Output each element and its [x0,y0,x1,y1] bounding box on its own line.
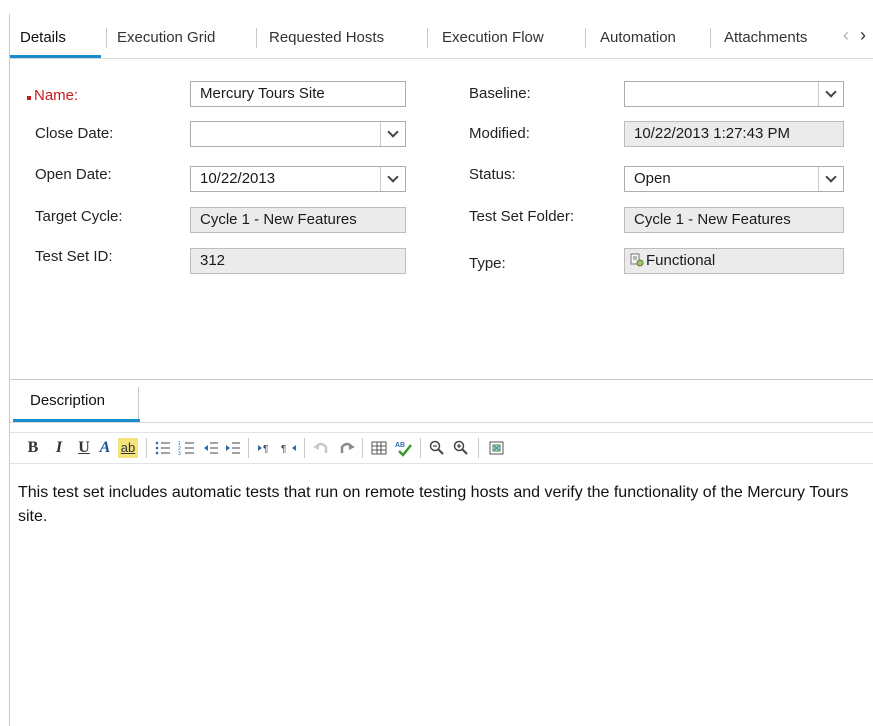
bulleted-list-icon[interactable] [154,438,172,458]
section-divider [10,379,873,380]
description-text[interactable]: This test set includes automatic tests t… [18,481,868,529]
required-marker-icon [27,96,31,100]
toolbar-separator [420,438,421,458]
target-cycle-label: Target Cycle: [35,208,123,225]
toolbar-separator [248,438,249,458]
chevron-left-icon[interactable]: ‹ [843,25,849,46]
italic-button[interactable]: I [52,438,66,458]
tab-bar-baseline [10,58,873,59]
test-set-folder-label: Test Set Folder: [469,208,575,225]
undo-icon[interactable] [312,438,330,458]
bold-button[interactable]: B [26,438,40,458]
test-set-folder-value: Cycle 1 - New Features [634,211,791,228]
chevron-down-icon[interactable] [818,167,843,191]
underline-button[interactable]: U [76,438,92,458]
clear-formatting-icon[interactable] [488,438,506,458]
chevron-down-icon[interactable] [380,167,405,191]
tab-execution-grid[interactable]: Execution Grid [117,24,215,52]
numbered-list-icon[interactable]: 123 [178,438,196,458]
functional-type-icon [630,253,644,267]
tab-requested-hosts[interactable]: Requested Hosts [269,24,384,52]
close-date-label: Close Date: [35,125,114,142]
open-date-value: 10/22/2013 [200,170,276,187]
modified-value: 10/22/2013 1:27:43 PM [634,125,790,142]
decrease-indent-icon[interactable] [202,438,220,458]
rich-text-toolbar: B I U A ab 123 ¶ ¶ AB [10,432,873,464]
open-date-label: Open Date: [35,166,112,183]
status-value: Open [634,170,671,187]
zoom-in-icon[interactable] [452,438,470,458]
target-cycle-value: Cycle 1 - New Features [200,211,357,228]
test-set-id-field: 312 [190,248,406,274]
name-value: Mercury Tours Site [200,85,325,102]
toolbar-separator [304,438,305,458]
tab-execution-flow[interactable]: Execution Flow [442,24,544,52]
baseline-label: Baseline: [469,85,531,102]
tab-separator [585,28,586,48]
close-date-picker[interactable] [190,121,406,147]
tab-bar-baseline [10,422,873,423]
test-set-folder-field: Cycle 1 - New Features [624,207,844,233]
tab-attachments[interactable]: Attachments [724,24,807,52]
chevron-down-icon[interactable] [818,82,843,106]
tab-separator [256,28,257,48]
tab-separator [106,28,107,48]
svg-text:3: 3 [178,451,181,457]
modified-label: Modified: [469,125,530,142]
svg-text:¶: ¶ [281,444,286,455]
target-cycle-field: Cycle 1 - New Features [190,207,406,233]
status-label: Status: [469,166,516,183]
toolbar-separator [478,438,479,458]
test-set-id-value: 312 [200,252,226,269]
highlight-button[interactable]: ab [118,438,138,458]
type-field: Functional [624,248,844,274]
svg-text:AB: AB [395,442,405,449]
open-date-picker[interactable]: 10/22/2013 [190,166,406,192]
tab-separator [427,28,428,48]
spell-check-icon[interactable]: AB [394,438,414,458]
chevron-down-icon[interactable] [380,122,405,146]
tab-bar: Details Execution Grid Requested Hosts E… [10,14,873,59]
chevron-right-icon[interactable]: › [860,25,866,46]
modified-field: 10/22/2013 1:27:43 PM [624,121,844,147]
type-value: Functional [646,252,716,269]
tab-details[interactable]: Details [20,24,66,52]
tab-separator [710,28,711,48]
type-label: Type: [469,255,506,272]
redo-icon[interactable] [338,438,356,458]
toolbar-separator [146,438,147,458]
font-color-button[interactable]: A [97,438,113,458]
table-icon[interactable] [370,438,388,458]
svg-text:¶: ¶ [263,444,268,455]
left-to-right-icon[interactable]: ¶ [256,438,274,458]
test-set-id-label: Test Set ID: [35,248,113,265]
tab-description[interactable]: Description [30,392,105,409]
tab-automation[interactable]: Automation [600,24,676,52]
panel-left-border [9,14,10,726]
status-select[interactable]: Open [624,166,844,192]
toolbar-separator [362,438,363,458]
baseline-select[interactable] [624,81,844,107]
right-to-left-icon[interactable]: ¶ [280,438,298,458]
zoom-out-icon[interactable] [428,438,446,458]
name-input[interactable]: Mercury Tours Site [190,81,406,107]
tab-separator [138,387,139,421]
increase-indent-icon[interactable] [224,438,242,458]
name-label: Name: [34,87,79,104]
